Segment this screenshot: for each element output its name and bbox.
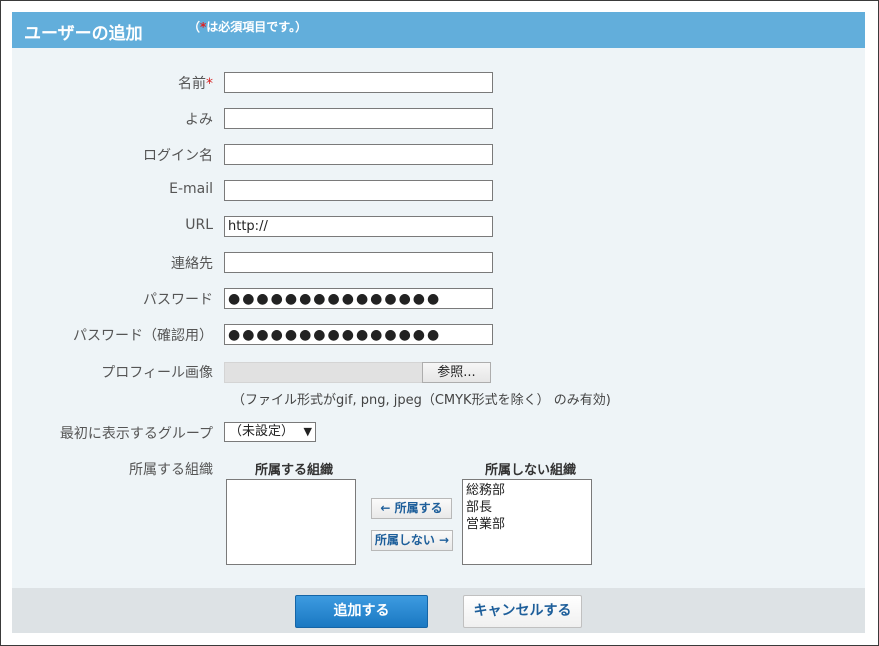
member-orgs-list[interactable] [226,479,356,565]
remove-membership-button[interactable]: 所属しない → [371,530,453,551]
login-name-label: ログイン名 [143,148,213,164]
url-label: URL [185,217,213,233]
nonmember-orgs-list[interactable]: 総務部 部長 営業部 [462,479,592,565]
list-item[interactable]: 営業部 [463,516,591,533]
nonmember-orgs-header: 所属しない組織 [485,463,577,478]
required-mark: * [206,76,213,92]
org-label: 所属する組織 [129,462,213,478]
page-title: ユーザーの追加 [24,24,143,44]
browse-button[interactable]: 参照... [422,362,491,383]
yomi-field[interactable] [224,108,493,129]
name-label: 名前* [178,76,213,92]
required-note: （*は必須項目です。） [188,20,308,34]
name-field[interactable] [224,72,493,93]
password-confirm-label: パスワード（確認用） [73,328,213,344]
chevron-down-icon: ▼ [303,425,312,438]
email-label: E-mail [169,181,213,197]
file-format-note: （ファイル形式がgif, png, jpeg（CMYK形式を除く） のみ有効) [232,393,611,408]
password-label: パスワード [143,292,213,308]
file-path-field[interactable] [224,362,423,383]
add-membership-button[interactable]: ← 所属する [371,498,452,519]
first-group-select[interactable]: （未設定） ▼ [224,422,316,442]
dialog-header: ユーザーの追加 （*は必須項目です。） [12,12,865,48]
add-button[interactable]: 追加する [295,595,428,628]
first-group-label: 最初に表示するグループ [59,426,213,442]
email-field[interactable] [224,180,493,201]
contact-field[interactable] [224,252,493,273]
password-field[interactable]: ●●●●●●●●●●●●●●● [224,288,493,309]
profile-image-label: プロフィール画像 [101,365,213,381]
yomi-label: よみ [185,112,213,128]
contact-label: 連絡先 [171,256,213,272]
list-item[interactable]: 総務部 [463,482,591,499]
list-item[interactable]: 部長 [463,499,591,516]
password-confirm-field[interactable]: ●●●●●●●●●●●●●●● [224,324,493,345]
cancel-button[interactable]: キャンセルする [463,595,582,628]
member-orgs-header: 所属する組織 [255,463,334,478]
login-name-field[interactable] [224,144,493,165]
first-group-value: （未設定） [229,424,295,439]
url-field[interactable]: http:// [224,216,493,237]
dialog-footer [12,588,865,633]
